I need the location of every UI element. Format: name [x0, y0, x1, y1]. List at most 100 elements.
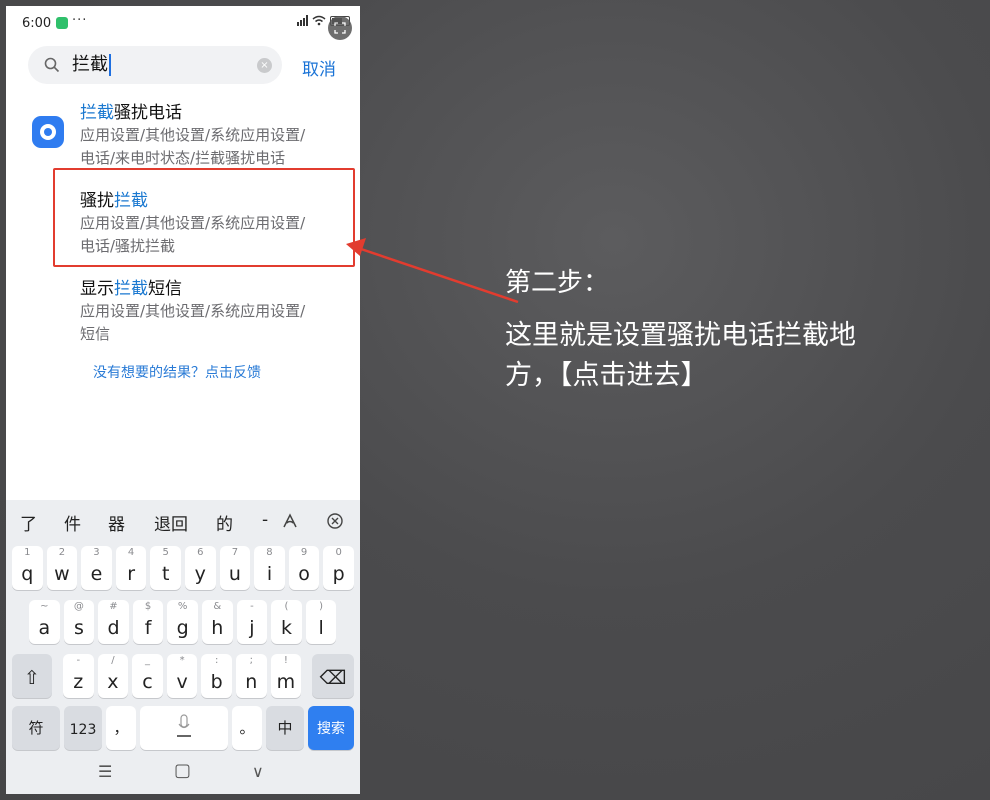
- key-label: m: [276, 671, 296, 693]
- key-t[interactable]: 5t: [150, 546, 181, 590]
- candidate-word[interactable]: 的: [216, 510, 233, 535]
- home-icon[interactable]: ▢: [174, 760, 191, 781]
- backspace-key[interactable]: ⌫: [312, 654, 354, 698]
- key-label: d: [107, 617, 120, 639]
- period-key[interactable]: 。: [232, 706, 262, 750]
- annotation-step-title: 第二步：: [505, 268, 610, 298]
- key-h[interactable]: & h: [202, 600, 233, 644]
- key-sub-label: 3: [93, 547, 100, 558]
- phone-screen: 6:00 ··· 拦截 × 取消 拦截骚扰电话 应用设置/其他设置/系统应用设置…: [6, 6, 360, 794]
- key-p[interactable]: 0p: [323, 546, 354, 590]
- key-c[interactable]: _ c: [132, 654, 163, 698]
- key-l[interactable]: ) l: [305, 600, 337, 644]
- language-switch-key[interactable]: 中: [266, 706, 304, 750]
- clear-icon[interactable]: ×: [257, 58, 272, 73]
- key-a[interactable]: ~ a: [29, 600, 60, 644]
- annotation-body-text: 这里就是设置骚扰电话拦截地方，【点击进去】: [505, 320, 856, 391]
- key-f[interactable]: $ f: [132, 600, 164, 644]
- back-icon[interactable]: ∨: [252, 762, 264, 781]
- menu-icon[interactable]: ☰: [98, 762, 112, 781]
- signal-icon: [297, 15, 308, 26]
- key-w[interactable]: 2w: [46, 546, 78, 590]
- more-notifications-icon: ···: [72, 13, 88, 28]
- result-title-prefix: 显示: [80, 279, 114, 299]
- candidate-word[interactable]: 件: [64, 510, 81, 535]
- key-sub-label: 1: [24, 547, 31, 558]
- status-time: 6:00: [22, 16, 52, 31]
- result-title: 显示拦截短信: [80, 274, 182, 299]
- feedback-link[interactable]: 没有想要的结果？点击反馈: [93, 362, 261, 382]
- expand-icon[interactable]: [328, 16, 352, 40]
- key-label: i: [266, 563, 273, 585]
- key-label: w: [54, 563, 70, 585]
- search-query: 拦截: [72, 54, 108, 75]
- search-result-block-calls[interactable]: 拦截骚扰电话 应用设置/其他设置/系统应用设置/ 电话/来电时状态/拦截骚扰电话: [6, 98, 360, 170]
- close-candidates-icon[interactable]: [326, 512, 344, 530]
- key-label: o: [298, 563, 310, 585]
- result-path-line: 短信: [80, 325, 111, 343]
- candidate-word[interactable]: 退回: [154, 510, 188, 535]
- result-title-highlight: 拦截: [114, 279, 148, 299]
- candidate-word[interactable]: 器: [108, 510, 125, 535]
- key-sub-label: *: [179, 655, 185, 666]
- cancel-button[interactable]: 取消: [302, 55, 336, 80]
- key-label: e: [90, 563, 103, 585]
- shift-key[interactable]: ⇧: [12, 654, 52, 698]
- key-label: b: [210, 671, 223, 693]
- candidate-bar: 了 件 器 退回 的 -: [6, 500, 360, 540]
- key-y[interactable]: 6y: [185, 546, 216, 590]
- key-sub-label: #: [109, 601, 118, 612]
- key-i[interactable]: 8i: [254, 546, 285, 590]
- key-u[interactable]: 7u: [219, 546, 251, 590]
- key-m[interactable]: ! m: [270, 654, 302, 698]
- key-sub-label: _: [144, 655, 150, 666]
- result-path-line: 应用设置/其他设置/系统应用设置/: [80, 302, 306, 320]
- key-sub-label: /: [111, 655, 115, 666]
- key-k[interactable]: (k: [271, 600, 302, 644]
- result-path-line: 应用设置/其他设置/系统应用设置/: [80, 126, 306, 144]
- search-icon: [44, 57, 60, 73]
- key-v[interactable]: * v: [166, 654, 198, 698]
- key-n[interactable]: ; n: [236, 654, 267, 698]
- search-result-show-block-sms[interactable]: 显示拦截短信 应用设置/其他设置/系统应用设置/ 短信: [6, 274, 360, 346]
- key-label: f: [144, 617, 152, 639]
- key-label: z: [73, 671, 84, 693]
- symbols-key[interactable]: 符: [12, 706, 60, 750]
- key-x[interactable]: / x: [97, 654, 129, 698]
- key-z[interactable]: -z: [63, 654, 94, 698]
- key-q[interactable]: 1q: [12, 546, 43, 590]
- result-path: 应用设置/其他设置/系统应用设置/ 短信: [80, 300, 350, 346]
- key-d[interactable]: # d: [98, 600, 129, 644]
- notification-app-icon: [56, 17, 68, 29]
- candidate-word[interactable]: 了: [20, 510, 37, 535]
- search-input[interactable]: 拦截: [72, 52, 111, 78]
- key-g[interactable]: % g: [167, 600, 198, 644]
- key-sub-label: ~: [40, 601, 49, 612]
- handwriting-icon[interactable]: [281, 512, 299, 530]
- key-j[interactable]: -j: [236, 600, 268, 644]
- candidate-word[interactable]: -: [262, 510, 268, 530]
- result-title-highlight: 拦截: [80, 103, 114, 123]
- comma-key[interactable]: ，: [106, 706, 136, 750]
- status-bar: 6:00 ···: [6, 6, 360, 40]
- key-sub-label: $: [144, 601, 152, 612]
- key-label: t: [161, 563, 170, 585]
- key-r[interactable]: 4r: [115, 546, 147, 590]
- key-e[interactable]: 3e: [81, 546, 112, 590]
- space-key[interactable]: [140, 706, 228, 750]
- numbers-key[interactable]: 123: [64, 706, 102, 750]
- key-label: h: [211, 617, 224, 639]
- search-key[interactable]: 搜索: [308, 706, 354, 750]
- key-sub-label: 6: [197, 547, 204, 558]
- key-sub-label: 9: [300, 547, 308, 558]
- key-b[interactable]: :b: [201, 654, 232, 698]
- key-s[interactable]: @ s: [63, 600, 95, 644]
- key-sub-label: 0: [335, 547, 342, 558]
- result-title-rest: 短信: [148, 279, 182, 299]
- key-o[interactable]: 9o: [288, 546, 320, 590]
- key-sub-label: 7: [231, 547, 239, 558]
- key-label: s: [73, 617, 84, 639]
- key-label: j: [249, 617, 255, 639]
- key-sub-label: (: [284, 601, 289, 612]
- search-field[interactable]: 拦截 ×: [28, 46, 282, 84]
